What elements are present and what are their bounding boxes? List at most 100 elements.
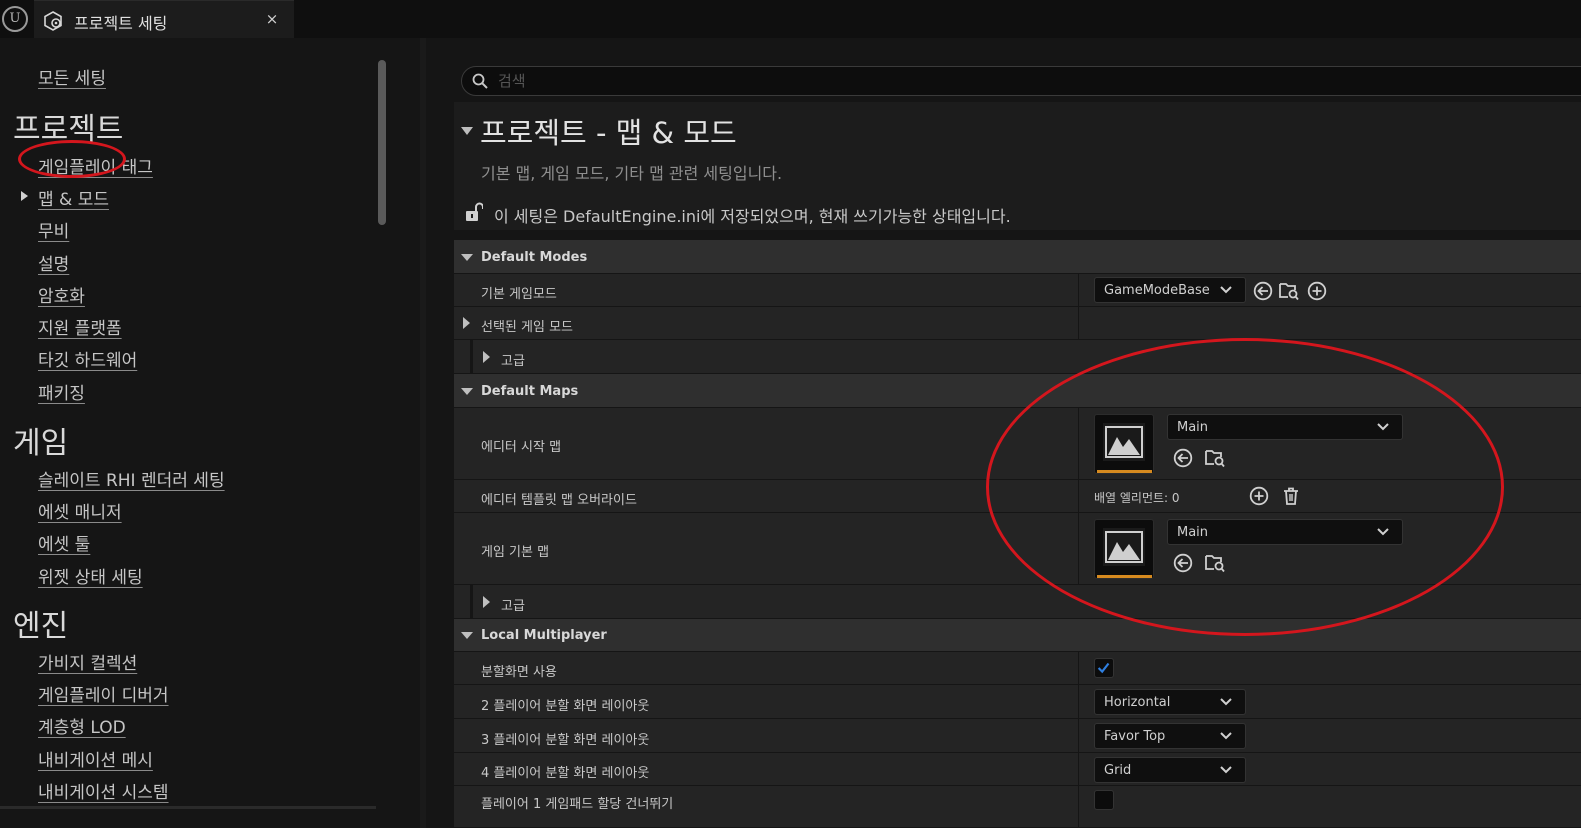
property-label: 에디터 시작 맵: [481, 440, 562, 455]
column-separator[interactable]: [1078, 408, 1079, 479]
category-default-modes[interactable]: Default Modes: [454, 240, 1581, 274]
chevron-down-icon: [1220, 698, 1232, 706]
sidebar-item-asset-manager[interactable]: 에셋 매니저: [38, 498, 122, 523]
sidebar-item-garbage-collection[interactable]: 가비지 컬렉션: [38, 649, 137, 674]
property-advanced[interactable]: 고급: [454, 340, 1581, 374]
four-player-layout-dropdown[interactable]: Grid: [1094, 757, 1246, 783]
add-icon[interactable]: [1307, 281, 1327, 301]
column-separator[interactable]: [1078, 719, 1079, 752]
map-thumbnail[interactable]: [1094, 519, 1154, 579]
sidebar-item-maps-modes[interactable]: 맵 & 모드: [38, 185, 109, 210]
sidebar-item-packaging[interactable]: 패키징: [38, 379, 85, 404]
property-label: 플레이어 1 게임패드 할당 건너뛰기: [481, 797, 674, 812]
property-label: 선택된 게임 모드: [481, 320, 573, 335]
use-selected-asset-icon[interactable]: [1173, 448, 1193, 468]
sidebar-item-gameplay-debugger[interactable]: 게임플레이 디버거: [38, 681, 169, 706]
column-separator[interactable]: [1078, 480, 1079, 512]
browse-folder-icon[interactable]: [1205, 553, 1225, 573]
add-element-icon[interactable]: [1249, 486, 1269, 506]
expand-chevron-icon[interactable]: [483, 351, 490, 363]
sidebar-item-supported-platforms[interactable]: 지원 플랫폼: [38, 314, 122, 339]
sidebar-item-asset-tools[interactable]: 에셋 툴: [38, 530, 90, 555]
use-selected-asset-icon[interactable]: [1173, 553, 1193, 573]
sidebar-item-navigation-mesh[interactable]: 내비게이션 메시: [38, 746, 153, 771]
property-label: 분할화면 사용: [481, 665, 557, 680]
unreal-logo-icon[interactable]: U: [2, 6, 28, 32]
sidebar-item-target-hardware[interactable]: 타깃 하드웨어: [38, 346, 137, 371]
category-title: Local Multiplayer: [481, 628, 607, 643]
collapse-chevron-icon[interactable]: [461, 127, 473, 135]
property-advanced[interactable]: 고급: [454, 585, 1581, 619]
sidebar-category-game: 게임: [13, 426, 69, 461]
array-elements-count: 배열 엘리먼트: 0: [1094, 491, 1180, 505]
thumbnail-underline: [1097, 575, 1152, 578]
trash-icon[interactable]: [1281, 486, 1301, 506]
column-separator[interactable]: [1078, 513, 1079, 584]
property-default-gamemode: 기본 게임모드 GameModeBase: [454, 274, 1581, 307]
collapse-chevron-icon: [461, 254, 473, 261]
game-default-map-dropdown[interactable]: Main: [1167, 519, 1403, 545]
category-default-maps[interactable]: Default Maps: [454, 374, 1581, 408]
sidebar-category-project: 프로젝트: [13, 112, 124, 147]
thumbnail-underline: [1097, 470, 1152, 473]
column-separator[interactable]: [1078, 652, 1079, 684]
tab-project-settings[interactable]: 프로젝트 세팅 ×: [34, 0, 294, 38]
gamemode-dropdown[interactable]: GameModeBase: [1094, 277, 1246, 303]
active-item-arrow-icon: [21, 191, 28, 201]
sidebar-item-all-settings[interactable]: 모든 세팅: [38, 64, 106, 89]
sidebar-item-slate-rhi-renderer[interactable]: 슬레이트 RHI 렌더러 세팅: [38, 466, 225, 491]
sidebar-item-hierarchical-lod[interactable]: 계층형 LOD: [38, 713, 126, 738]
property-selected-gamemode[interactable]: 선택된 게임 모드: [454, 307, 1581, 340]
unlock-icon[interactable]: [465, 202, 483, 222]
chevron-down-icon: [1377, 423, 1389, 431]
sidebar-item-movies[interactable]: 무비: [38, 217, 69, 242]
property-label: 기본 게임모드: [481, 287, 557, 302]
skip-gamepad-checkbox[interactable]: [1094, 790, 1114, 810]
sidebar-item-description[interactable]: 설명: [38, 250, 69, 275]
expand-chevron-icon[interactable]: [483, 596, 490, 608]
property-label: 4 플레이어 분할 화면 레이아웃: [481, 766, 650, 781]
dropdown-value: Main: [1177, 420, 1209, 435]
search-input[interactable]: [496, 70, 1396, 92]
browse-folder-icon[interactable]: [1205, 448, 1225, 468]
sidebar-bottom-border: [0, 806, 376, 809]
three-player-layout-dropdown[interactable]: Favor Top: [1094, 723, 1246, 749]
sidebar-item-encryption[interactable]: 암호화: [38, 282, 85, 307]
chevron-down-icon: [1220, 732, 1232, 740]
indent-guide: [470, 340, 473, 373]
sidebar-item-navigation-system[interactable]: 내비게이션 시스템: [38, 778, 169, 803]
startup-map-dropdown[interactable]: Main: [1167, 414, 1403, 440]
indent-guide: [470, 585, 473, 618]
dropdown-value: Horizontal: [1104, 695, 1171, 710]
property-three-player-layout: 3 플레이어 분할 화면 레이아웃 Favor Top: [454, 719, 1581, 753]
category-local-multiplayer[interactable]: Local Multiplayer: [454, 619, 1581, 652]
property-skip-gamepad: 플레이어 1 게임패드 할당 건너뛰기: [454, 786, 1581, 828]
browse-folder-icon[interactable]: [1279, 281, 1299, 301]
property-label: 고급: [501, 599, 525, 614]
column-separator[interactable]: [1078, 307, 1079, 339]
search-box[interactable]: [461, 66, 1581, 96]
checkmark-icon: [1097, 662, 1110, 674]
close-tab-icon[interactable]: ×: [262, 10, 282, 28]
collapse-chevron-icon: [461, 388, 473, 395]
column-separator[interactable]: [1078, 685, 1079, 718]
sidebar-item-gameplay-tags[interactable]: 게임플레이 태그: [38, 153, 153, 178]
two-player-layout-dropdown[interactable]: Horizontal: [1094, 689, 1246, 715]
sidebar-item-widget-state[interactable]: 위젯 상태 세팅: [38, 563, 143, 588]
column-separator[interactable]: [1078, 274, 1079, 306]
settings-gear-icon: [44, 11, 62, 31]
column-separator[interactable]: [1078, 786, 1079, 827]
page-description: 기본 맵, 게임 모드, 기타 맵 관련 세팅입니다.: [481, 164, 783, 183]
sidebar-scrollbar[interactable]: [378, 60, 386, 225]
column-separator[interactable]: [1078, 753, 1079, 785]
category-title: Default Modes: [481, 250, 588, 265]
expand-chevron-icon[interactable]: [463, 317, 470, 329]
dropdown-value: Grid: [1104, 763, 1132, 778]
map-thumbnail[interactable]: [1094, 414, 1154, 474]
splitscreen-checkbox[interactable]: [1094, 658, 1114, 678]
settings-details-panel: 프로젝트 - 맵 & 모드 기본 맵, 게임 모드, 기타 맵 관련 세팅입니다…: [426, 38, 1581, 828]
chevron-down-icon: [1377, 528, 1389, 536]
property-label: 고급: [501, 354, 525, 369]
use-selected-asset-icon[interactable]: [1253, 281, 1273, 301]
property-four-player-layout: 4 플레이어 분할 화면 레이아웃 Grid: [454, 753, 1581, 786]
